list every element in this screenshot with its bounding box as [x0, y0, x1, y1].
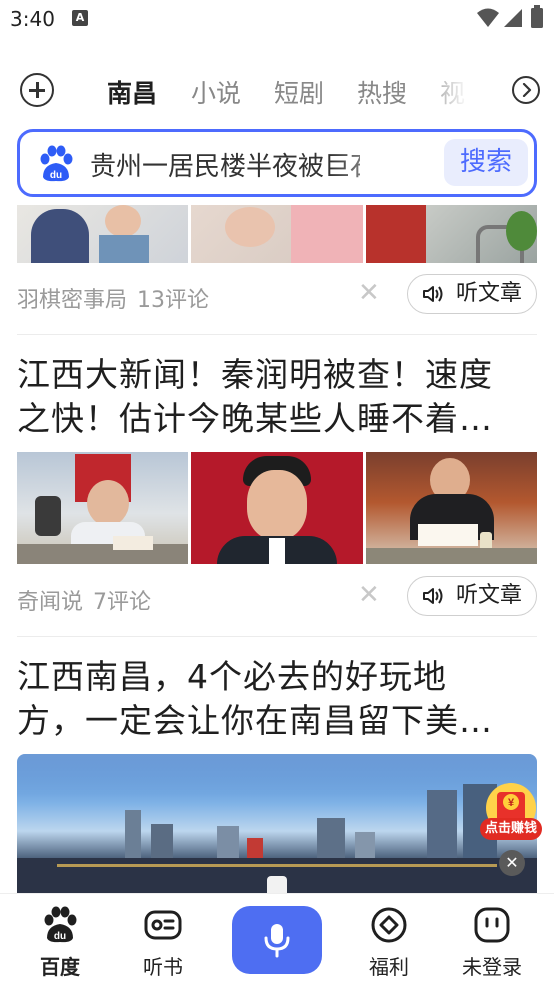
news-image-1a[interactable] [17, 205, 188, 263]
speaker-icon [423, 588, 443, 604]
voice-search-button[interactable] [232, 906, 322, 974]
divider [17, 636, 537, 637]
nav-label: 听书 [143, 955, 183, 979]
baidu-paw-icon: du [40, 145, 73, 182]
listen-article-button[interactable]: 听文章 [407, 274, 537, 314]
reward-symbol: ¥ [508, 797, 515, 809]
tab-fade [420, 62, 490, 118]
search-input[interactable]: 贵州一居民楼半夜被巨石 [90, 146, 360, 183]
news-meta-1: 羽棋密事局 13评论 [17, 282, 209, 314]
news-comments: 13评论 [137, 288, 210, 313]
reward-label[interactable]: 点击赚钱 [480, 818, 542, 840]
battery-icon [531, 5, 543, 28]
nav-label: 百度 [40, 955, 80, 979]
audiobook-icon [144, 910, 182, 940]
nav-label: 未登录 [462, 955, 522, 979]
listen-article-button[interactable]: 听文章 [407, 576, 537, 616]
nav-baidu[interactable]: du 百度 [15, 894, 105, 985]
svg-text:du: du [50, 170, 62, 181]
search-fade [330, 140, 440, 186]
news-headline-2[interactable]: 江西大新闻！秦润明被查！速度 之快！估计今晚某些人睡不着… [17, 353, 537, 441]
news-comments: 7评论 [93, 590, 152, 615]
wifi-icon [477, 8, 499, 27]
notification-icon: A [72, 10, 88, 26]
baidu-paw-icon: du [44, 906, 77, 943]
nav-audiobook[interactable]: 听书 [118, 894, 208, 985]
tab-hot-search[interactable]: 热搜 [357, 74, 407, 110]
dismiss-close-icon[interactable]: ✕ [358, 580, 380, 610]
headline-line: 江西大新闻！秦润明被查！速度 [17, 355, 493, 394]
tab-novel[interactable]: 小说 [191, 74, 241, 110]
profile-face-icon [474, 907, 510, 943]
speaker-icon [423, 286, 443, 302]
nav-welfare[interactable]: 福利 [344, 894, 434, 985]
news-meta-2: 奇闻说 7评论 [17, 584, 151, 616]
search-button[interactable]: 搜索 [444, 139, 528, 186]
listen-label: 听文章 [455, 281, 522, 306]
dismiss-close-icon[interactable]: ✕ [358, 278, 380, 308]
more-tabs-button[interactable] [512, 76, 540, 104]
status-time: 3:40 [10, 7, 55, 31]
news-image-2b[interactable] [191, 452, 363, 564]
tab-short-drama[interactable]: 短剧 [274, 74, 324, 110]
welfare-icon [371, 907, 407, 943]
divider [17, 334, 537, 335]
signal-icon [504, 9, 522, 27]
news-headline-3[interactable]: 江西南昌，4个必去的好玩地 方，一定会让你在南昌留下美… [17, 655, 537, 743]
bottom-nav: du 百度 听书 福利 未登录 [0, 893, 554, 985]
nav-label: 福利 [369, 955, 409, 979]
news-source: 羽棋密事局 [17, 288, 128, 313]
microphone-icon [264, 924, 290, 958]
headline-line: 江西南昌，4个必去的好玩地 [17, 657, 447, 696]
chevron-right-icon [522, 83, 532, 97]
nav-profile[interactable]: 未登录 [447, 894, 537, 985]
search-box[interactable]: du 贵州一居民楼半夜被巨石 搜索 [17, 129, 537, 197]
news-image-1b[interactable] [191, 205, 363, 263]
news-image-1c[interactable] [366, 205, 537, 263]
tab-nanchang[interactable]: 南昌 [107, 74, 157, 110]
listen-label: 听文章 [455, 583, 522, 608]
add-channel-button[interactable] [20, 73, 54, 107]
svg-text:du: du [54, 931, 66, 942]
news-source: 奇闻说 [17, 590, 84, 615]
news-image-2a[interactable] [17, 452, 188, 564]
news-image-3[interactable] [17, 754, 537, 894]
headline-line: 方，一定会让你在南昌留下美… [17, 701, 493, 740]
news-image-2c[interactable] [366, 452, 537, 564]
reward-close-icon[interactable]: ✕ [499, 850, 525, 876]
headline-line: 之快！估计今晚某些人睡不着… [17, 399, 493, 438]
